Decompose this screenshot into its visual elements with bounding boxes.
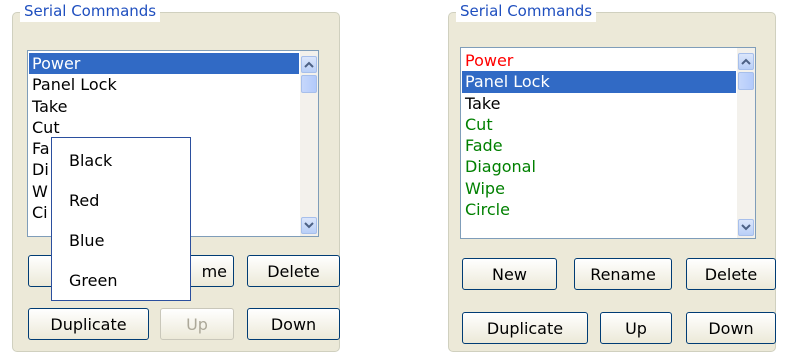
vertical-scrollbar[interactable] [300, 51, 318, 236]
list-item[interactable]: Power [29, 53, 299, 75]
color-context-menu: Black Red Blue Green [51, 137, 191, 301]
list-item[interactable]: Wipe [462, 178, 736, 199]
duplicate-button[interactable]: Duplicate [28, 308, 149, 340]
scrollbar-thumb[interactable] [301, 75, 317, 93]
list-item[interactable]: Take [29, 96, 299, 117]
delete-button[interactable]: Delete [247, 255, 340, 287]
chevron-down-icon[interactable] [301, 217, 317, 234]
down-button[interactable]: Down [247, 308, 340, 340]
menu-item-blue[interactable]: Blue [52, 221, 190, 261]
list-item[interactable]: Circle [462, 199, 736, 220]
delete-button[interactable]: Delete [686, 258, 776, 290]
serial-commands-panel-left: Serial Commands Power Panel Lock Take Cu… [12, 0, 342, 352]
chevron-down-icon[interactable] [738, 219, 754, 236]
groupbox-legend: Serial Commands [456, 0, 597, 22]
scrollbar-thumb[interactable] [738, 72, 754, 90]
down-button[interactable]: Down [686, 312, 776, 344]
list-item[interactable]: Panel Lock [462, 71, 736, 93]
serial-commands-list[interactable]: Power Panel Lock Take Cut Fade Diagonal … [460, 47, 756, 239]
list-item[interactable]: Cut [462, 114, 736, 135]
up-button[interactable]: Up [600, 312, 672, 344]
menu-item-black[interactable]: Black [52, 141, 190, 181]
vertical-scrollbar[interactable] [737, 48, 755, 238]
list-item[interactable]: Cut [29, 117, 299, 138]
list-item[interactable]: Panel Lock [29, 74, 299, 95]
groupbox-legend: Serial Commands [20, 0, 161, 22]
serial-commands-panel-right: Serial Commands Power Panel Lock Take Cu… [448, 0, 778, 352]
list-item[interactable]: Diagonal [462, 156, 736, 177]
chevron-up-icon[interactable] [738, 53, 754, 70]
rename-button[interactable]: Rename [574, 258, 672, 290]
new-button[interactable]: New [462, 258, 557, 290]
menu-item-green[interactable]: Green [52, 261, 190, 301]
list-item[interactable]: Fade [462, 135, 736, 156]
chevron-up-icon[interactable] [301, 56, 317, 73]
list-item[interactable]: Power [462, 50, 736, 71]
rename-button-label: me [201, 261, 227, 281]
up-button[interactable]: Up [160, 308, 234, 340]
menu-item-red[interactable]: Red [52, 181, 190, 221]
list-item[interactable]: Take [462, 93, 736, 114]
duplicate-button[interactable]: Duplicate [462, 312, 588, 344]
